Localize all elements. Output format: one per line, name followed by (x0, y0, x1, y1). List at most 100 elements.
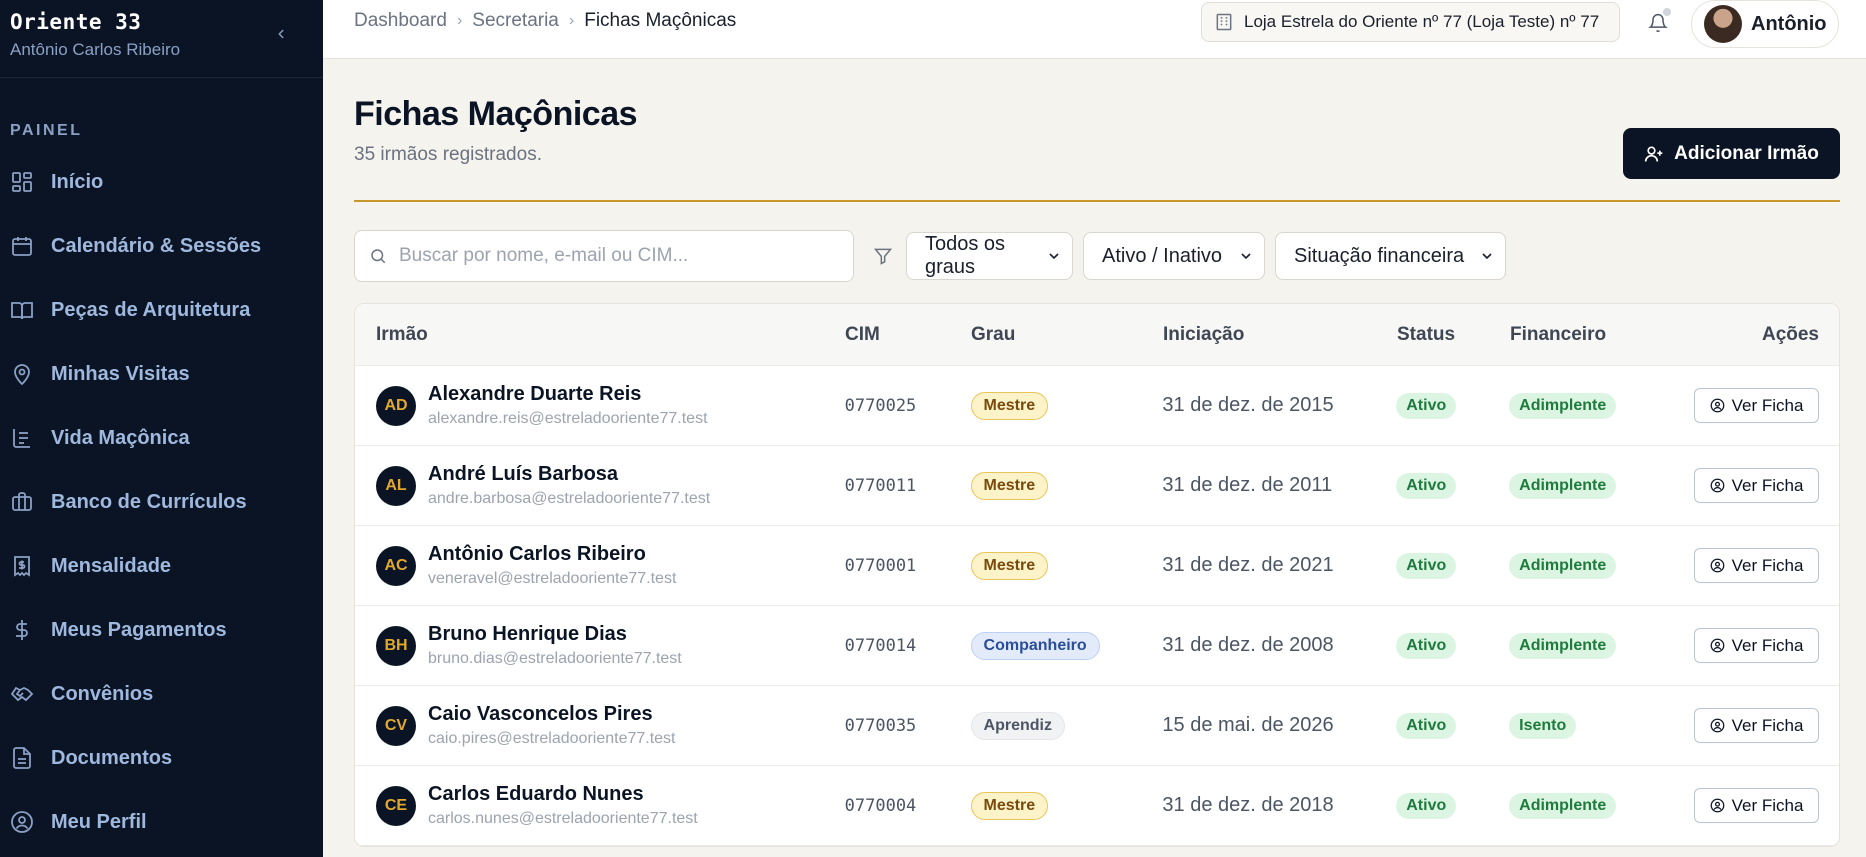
sidebar-item-visitas[interactable]: Minhas Visitas (0, 342, 323, 406)
financial-badge: Adimplente (1509, 632, 1617, 659)
user-menu[interactable]: Antônio (1691, 0, 1839, 48)
table-row[interactable]: AC Antônio Carlos Ribeiro veneravel@estrel… (355, 526, 1839, 606)
chevron-left-icon (278, 29, 284, 39)
briefcase-icon (10, 490, 34, 514)
view-record-button[interactable]: Ver Ficha (1694, 788, 1820, 823)
lodge-name: Loja Estrela do Oriente nº 77 (Loja Test… (1244, 12, 1600, 31)
avatar: CV (376, 705, 416, 746)
status-badge: Ativo (1396, 472, 1457, 499)
sidebar-item-convenios[interactable]: Convênios (0, 662, 323, 726)
member-cim: 0770025 (844, 395, 917, 416)
members-table: Irmão CIM Grau Iniciação Status Financei… (354, 303, 1840, 847)
divider (354, 200, 1840, 202)
table-header: Irmão CIM Grau Iniciação Status Financei… (355, 304, 1839, 366)
sidebar-item-vida[interactable]: Vida Maçônica (0, 406, 323, 470)
header-cim[interactable]: CIM (845, 324, 971, 346)
sidebar-item-inicio[interactable]: Início (0, 150, 323, 214)
table-row[interactable]: CV Caio Vasconcelos Pires caio.pires@estre… (355, 686, 1839, 766)
sidebar-item-label: Meu Perfil (51, 810, 147, 833)
status-badge: Ativo (1396, 712, 1457, 739)
financial-badge: Adimplente (1509, 392, 1617, 419)
search-icon (369, 247, 387, 265)
breadcrumb-secretaria[interactable]: Secretaria (472, 10, 559, 32)
calendar-icon (10, 234, 34, 258)
lodge-selector[interactable]: Loja Estrela do Oriente nº 77 (Loja Test… (1201, 2, 1620, 42)
collapse-sidebar-button[interactable] (269, 22, 293, 46)
header-grau[interactable]: Grau (971, 324, 1163, 346)
grid-icon (10, 170, 34, 194)
initiation-date: 31 de dez. de 2008 (1162, 634, 1334, 656)
status-badge: Ativo (1396, 792, 1457, 819)
member-cim: 0770001 (844, 555, 917, 576)
search-box (354, 230, 854, 282)
table-row[interactable]: AL André Luís Barbosa andre.barbosa@estrel… (355, 446, 1839, 526)
dollar-icon (10, 618, 34, 642)
page-title: Fichas Maçônicas (354, 95, 638, 133)
sidebar-item-calendario[interactable]: Calendário & Sessões (0, 214, 323, 278)
initiation-date: 31 de dez. de 2011 (1162, 474, 1333, 496)
status-badge: Ativo (1396, 392, 1457, 419)
table-row[interactable]: BH Bruno Henrique Dias bruno.dias@estrelad… (355, 606, 1839, 686)
avatar: AD (376, 385, 416, 426)
search-input[interactable] (399, 245, 839, 267)
table-row[interactable]: AD Alexandre Duarte Reis alexandre.reis@es… (355, 366, 1839, 446)
building-icon (1214, 12, 1234, 32)
sidebar-item-label: Documentos (51, 746, 173, 769)
financial-badge: Adimplente (1509, 552, 1617, 579)
financial-badge: Adimplente (1509, 472, 1617, 499)
view-record-label: Ver Ficha (1731, 635, 1804, 655)
view-record-button[interactable]: Ver Ficha (1694, 548, 1820, 583)
sidebar-item-pagamentos[interactable]: Meus Pagamentos (0, 598, 323, 662)
sidebar-item-perfil[interactable]: Meu Perfil (0, 790, 323, 854)
member-email: alexandre.reis@estreladooriente77.test (428, 410, 708, 427)
document-icon (10, 746, 34, 770)
financial-filter-select[interactable]: Situação financeira (1275, 232, 1506, 280)
member-email: caio.pires@estreladooriente77.test (428, 730, 676, 747)
sidebar-item-curriculos[interactable]: Banco de Currículos (0, 470, 323, 534)
view-record-button[interactable]: Ver Ficha (1694, 708, 1820, 743)
member-cim: 0770035 (844, 715, 917, 736)
member-email: carlos.nunes@estreladooriente77.test (428, 810, 698, 827)
grau-filter-select[interactable]: Todos os graus (906, 232, 1073, 280)
breadcrumb-current: Fichas Maçônicas (584, 10, 737, 31)
view-record-button[interactable]: Ver Ficha (1694, 468, 1820, 503)
sidebar: Oriente 33 Antônio Carlos Ribeiro PAINEL… (0, 0, 323, 857)
member-email: bruno.dias@estreladooriente77.test (428, 650, 682, 667)
member-name: André Luís Barbosa (428, 463, 619, 485)
status-badge: Ativo (1396, 552, 1457, 579)
filter-icon (868, 241, 898, 271)
view-record-button[interactable]: Ver Ficha (1694, 388, 1820, 423)
sidebar-item-mensalidade[interactable]: Mensalidade (0, 534, 323, 598)
avatar: CE (376, 785, 416, 826)
chevron-right-icon: › (456, 12, 463, 29)
notifications-button[interactable] (1643, 8, 1673, 38)
user-circle-icon (1710, 478, 1725, 493)
timeline-icon (10, 426, 34, 450)
user-avatar (1704, 5, 1742, 43)
receipt-icon (10, 554, 34, 578)
view-record-button[interactable]: Ver Ficha (1694, 628, 1820, 663)
member-name: Caio Vasconcelos Pires (428, 703, 653, 725)
sidebar-item-label: Meus Pagamentos (51, 618, 227, 641)
sidebar-item-documentos[interactable]: Documentos (0, 726, 323, 790)
header-financeiro[interactable]: Financeiro (1510, 324, 1695, 346)
add-brother-button[interactable]: Adicionar Irmão (1623, 128, 1840, 179)
sidebar-brand: Oriente 33 Antônio Carlos Ribeiro (0, 0, 323, 78)
view-record-label: Ver Ficha (1731, 795, 1804, 815)
header-iniciacao[interactable]: Iniciação (1163, 324, 1397, 346)
member-name: Bruno Henrique Dias (428, 623, 627, 645)
grau-badge: Mestre (970, 471, 1049, 500)
breadcrumb-dashboard[interactable]: Dashboard (354, 10, 447, 32)
sidebar-item-label: Banco de Currículos (51, 490, 247, 513)
header-irmao[interactable]: Irmão (355, 324, 845, 346)
chevron-right-icon: › (568, 12, 575, 29)
section-label: PAINEL (10, 122, 83, 139)
table-row[interactable]: CE Carlos Eduardo Nunes carlos.nunes@estre… (355, 766, 1839, 846)
status-filter-select[interactable]: Ativo / Inativo (1083, 232, 1265, 280)
header-status[interactable]: Status (1397, 324, 1510, 346)
user-circle-icon (10, 810, 34, 834)
avatar: BH (376, 625, 416, 666)
grau-filter-value: Todos os graus (925, 233, 1006, 278)
filter-bar: Todos os graus Ativo / Inativo Situação … (354, 230, 1840, 282)
sidebar-item-pecas[interactable]: Peças de Arquitetura (0, 278, 323, 342)
